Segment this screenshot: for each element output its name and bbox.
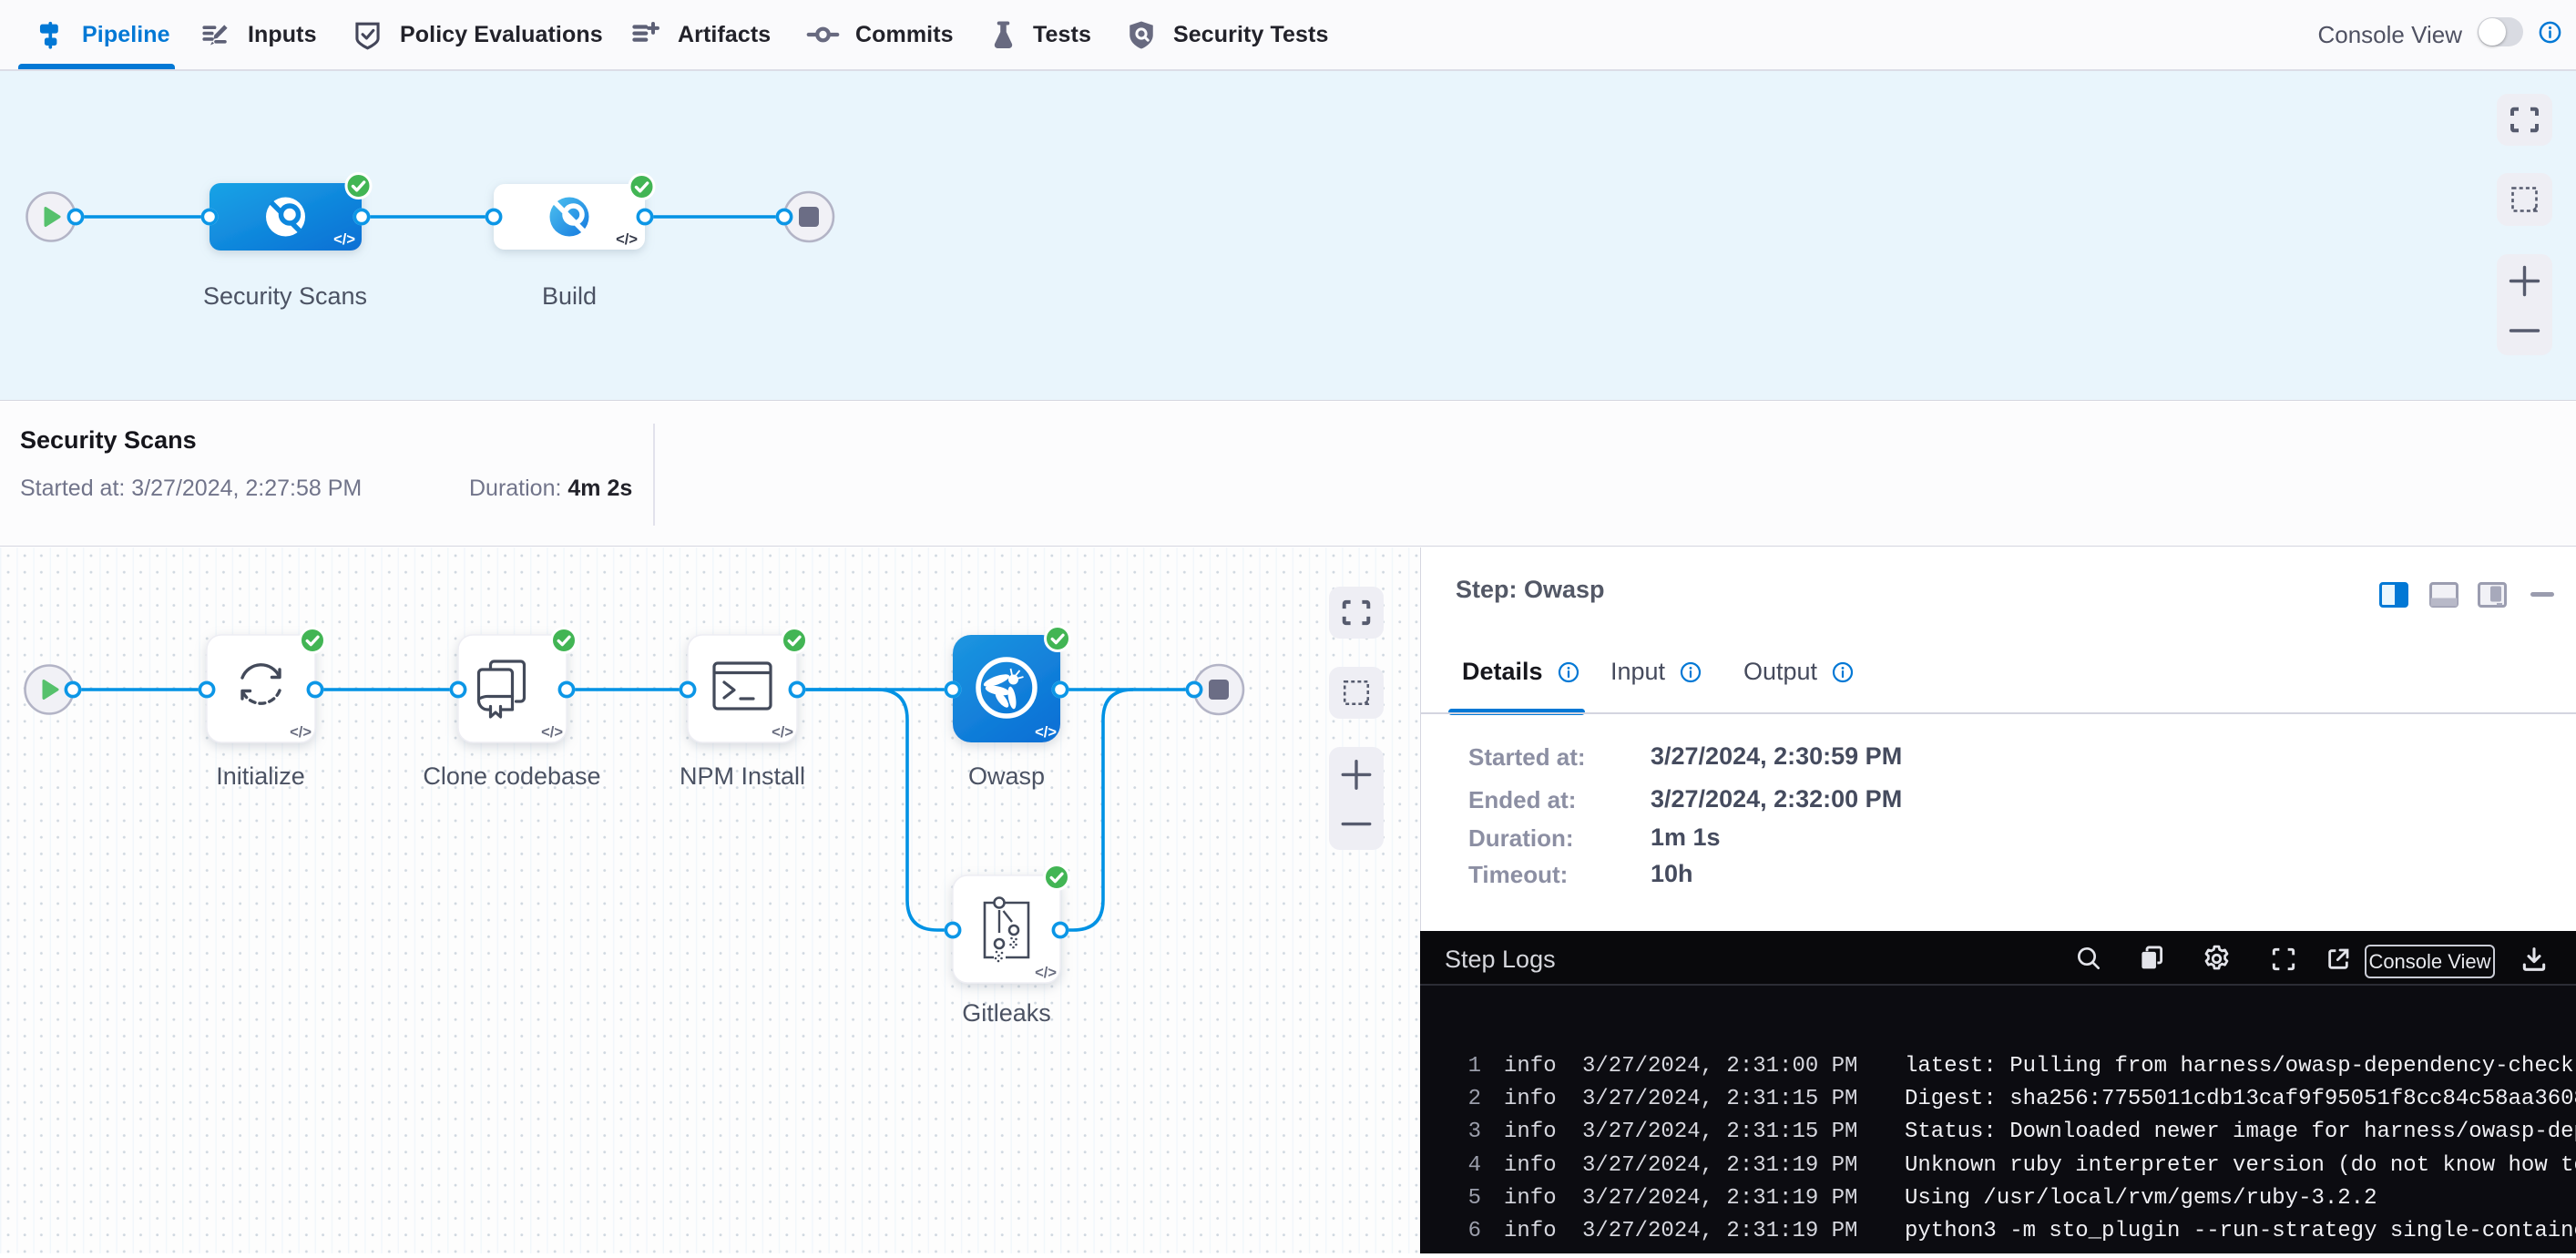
svg-text:</>: </> <box>541 724 563 741</box>
svg-text:</>: </> <box>1035 965 1057 981</box>
svg-text:</>: </> <box>333 231 355 248</box>
svg-text:</>: </> <box>772 724 793 741</box>
svg-text:</>: </> <box>616 231 638 248</box>
svg-text:</>: </> <box>290 724 312 741</box>
svg-text:</>: </> <box>1035 724 1057 741</box>
